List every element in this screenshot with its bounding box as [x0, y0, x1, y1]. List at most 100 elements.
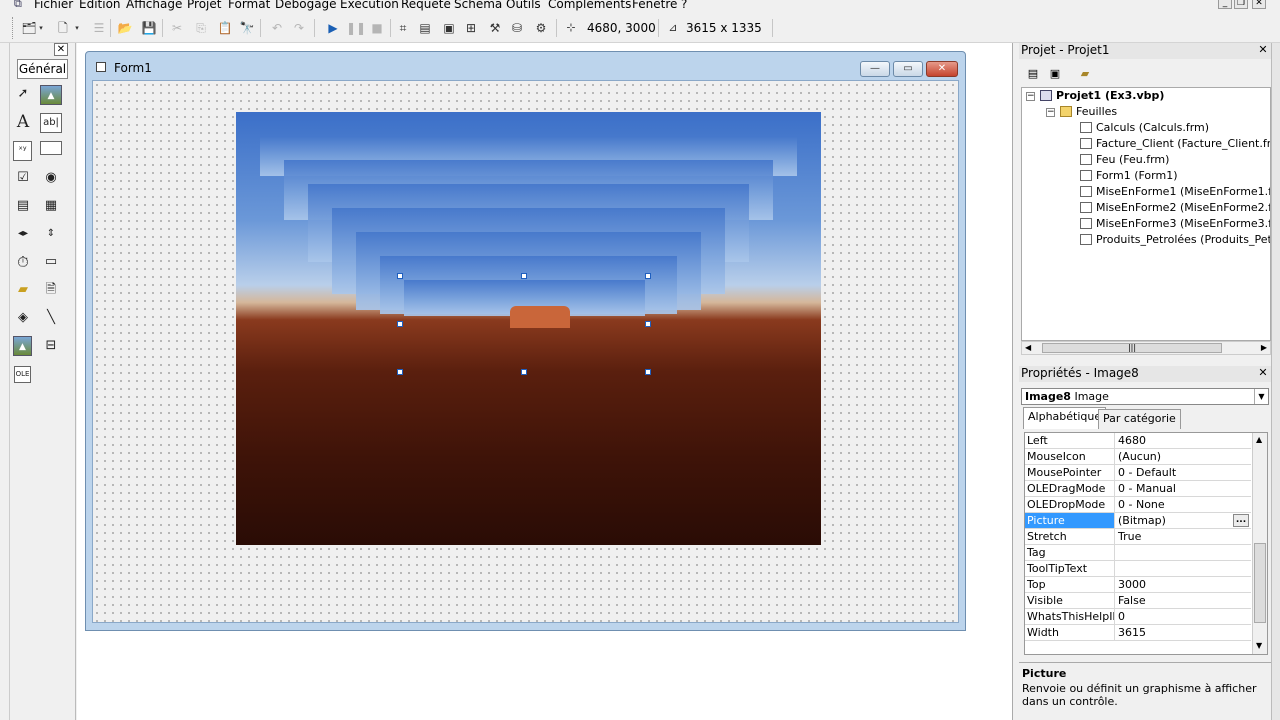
browse-button[interactable]: ...	[1233, 514, 1249, 527]
chevron-down-icon[interactable]: ▾	[72, 19, 82, 37]
find-icon[interactable]: 🔭	[238, 19, 256, 37]
selection-handle[interactable]	[645, 369, 651, 375]
property-value[interactable]: 3000	[1117, 577, 1251, 592]
selection-handle[interactable]	[397, 369, 403, 375]
property-row-mousepointer[interactable]: MousePointer 0 - Default	[1025, 465, 1251, 481]
listbox-icon[interactable]: ▦	[40, 196, 62, 216]
label-icon[interactable]: A	[12, 112, 34, 132]
menu-format[interactable]: Format	[228, 0, 270, 11]
redo-icon[interactable]: ↷	[290, 19, 308, 37]
scroll-right-icon[interactable]: ▶	[1261, 343, 1267, 352]
property-value[interactable]: (Bitmap)	[1117, 513, 1251, 528]
data-icon[interactable]: ⊟	[40, 336, 62, 356]
tree-item-form[interactable]: Form1 (Form1)	[1080, 169, 1178, 183]
form-minimize-button[interactable]: —	[860, 61, 890, 77]
scroll-thumb[interactable]: |||	[1042, 343, 1222, 353]
view-code-icon[interactable]: ▤	[1023, 64, 1043, 82]
menu-editor-icon[interactable]: ☰	[90, 19, 108, 37]
toolbar-grip[interactable]	[12, 17, 15, 39]
property-value[interactable]: (Aucun)	[1117, 449, 1251, 464]
menu-fichier[interactable]: Fichier	[34, 0, 73, 11]
properties-close-button[interactable]: ✕	[1257, 367, 1269, 379]
property-row-left[interactable]: Left 4680	[1025, 433, 1251, 449]
image-icon[interactable]: ▲	[13, 336, 32, 356]
line-icon[interactable]: ╲	[40, 308, 62, 328]
picturebox-icon[interactable]: ▲	[40, 85, 62, 105]
save-project-icon[interactable]: 💾	[140, 19, 158, 37]
selection-handle[interactable]	[645, 321, 651, 327]
cut-icon[interactable]: ✂	[168, 19, 186, 37]
form-layout-icon[interactable]: ▣	[440, 19, 458, 37]
property-row-mouseicon[interactable]: MouseIcon (Aucun)	[1025, 449, 1251, 465]
property-row-oledropmode[interactable]: OLEDropMode 0 - None	[1025, 497, 1251, 513]
property-row-oledragmode[interactable]: OLEDragMode 0 - Manual	[1025, 481, 1251, 497]
selection-handle[interactable]	[397, 321, 403, 327]
open-project-icon[interactable]: 📂	[116, 19, 134, 37]
tree-item-form[interactable]: Feu (Feu.frm)	[1080, 153, 1169, 167]
hscrollbar-icon[interactable]: ◂▸	[12, 224, 34, 244]
chevron-down-icon[interactable]: ▼	[1254, 389, 1268, 404]
property-value[interactable]: 0	[1117, 609, 1251, 624]
menu-fenetre[interactable]: Fenetre	[632, 0, 677, 11]
stop-icon[interactable]: ■	[368, 19, 386, 37]
start-icon[interactable]: ▶	[324, 19, 342, 37]
object-browser-icon[interactable]: ⊞	[462, 19, 480, 37]
scroll-down-icon[interactable]: ▼	[1256, 641, 1262, 650]
scroll-left-icon[interactable]: ◀	[1025, 343, 1031, 352]
mdi-close-button[interactable]: ✕	[1252, 0, 1266, 9]
optionbutton-icon[interactable]: ◉	[40, 168, 62, 188]
form-close-button[interactable]: ✕	[926, 61, 958, 77]
commandbutton-icon[interactable]	[40, 141, 62, 155]
add-form-icon[interactable]: 🗋	[54, 19, 72, 37]
project-explorer-icon[interactable]: ⌗	[394, 19, 412, 37]
property-value[interactable]: 0 - Manual	[1117, 481, 1251, 496]
vscrollbar-icon[interactable]: ⇕	[40, 224, 62, 244]
tree-item-form[interactable]: MiseEnForme2 (MiseEnForme2.frm)	[1080, 201, 1270, 215]
property-row-visible[interactable]: Visible False	[1025, 593, 1251, 609]
pointer-icon[interactable]: ➚	[12, 84, 34, 104]
menu-schema[interactable]: Schema	[454, 0, 502, 11]
dirlistbox-icon[interactable]: ▰	[12, 280, 34, 300]
data-view-icon[interactable]: ⛁	[508, 19, 526, 37]
toolbox-icon[interactable]: ⚒	[486, 19, 504, 37]
frame-icon[interactable]: ˣʸ	[13, 141, 32, 161]
mdi-restore-button[interactable]: ❐	[1234, 0, 1248, 9]
selection-handle[interactable]	[397, 273, 403, 279]
tree-item-folder[interactable]: Feuilles	[1060, 105, 1117, 119]
combobox-icon[interactable]: ▤	[12, 196, 34, 216]
property-row-top[interactable]: Top 3000	[1025, 577, 1251, 593]
menu-help[interactable]: ?	[681, 0, 687, 11]
menu-projet[interactable]: Projet	[187, 0, 221, 11]
menu-outils[interactable]: Outils	[506, 0, 541, 11]
property-grid-vscrollbar[interactable]: ▲ ▼	[1252, 433, 1267, 654]
checkbox-icon[interactable]: ☑	[12, 168, 34, 188]
project-explorer-close-button[interactable]: ✕	[1257, 44, 1269, 56]
property-value[interactable]: 0 - Default	[1117, 465, 1251, 480]
paste-icon[interactable]: 📋	[216, 19, 234, 37]
view-object-icon[interactable]: ▣	[1045, 64, 1065, 82]
menu-requete[interactable]: Requete	[401, 0, 451, 11]
toolbox-close-button[interactable]: ✕	[54, 43, 68, 56]
menu-edition[interactable]: Edition	[79, 0, 121, 11]
collapse-icon[interactable]: −	[1046, 108, 1055, 117]
tab-alphabetique[interactable]: Alphabétique	[1023, 407, 1107, 429]
selection-handle[interactable]	[645, 273, 651, 279]
form-maximize-button[interactable]: ▭	[893, 61, 923, 77]
tree-item-form[interactable]: MiseEnForme3 (MiseEnForme3.frm)	[1080, 217, 1270, 231]
selection-handle[interactable]	[521, 273, 527, 279]
component-manager-icon[interactable]: ⚙	[532, 19, 550, 37]
tree-item-project[interactable]: Projet1 (Ex3.vbp)	[1040, 89, 1164, 103]
scroll-thumb[interactable]	[1254, 543, 1266, 623]
menu-debogage[interactable]: Debogage	[275, 0, 337, 11]
property-row-tooltiptext[interactable]: ToolTipText	[1025, 561, 1251, 577]
app-icon[interactable]: ⧉	[14, 0, 26, 10]
collapse-icon[interactable]: −	[1026, 92, 1035, 101]
drivelistbox-icon[interactable]: ▭	[40, 252, 62, 272]
property-row-picture[interactable]: Picture (Bitmap)...	[1025, 513, 1251, 529]
menu-complements[interactable]: Complements	[548, 0, 631, 11]
tree-hscrollbar[interactable]: ◀ ||| ▶	[1021, 341, 1271, 355]
pause-icon[interactable]: ❚❚	[346, 19, 366, 37]
tree-item-form[interactable]: Calculs (Calculs.frm)	[1080, 121, 1209, 135]
tree-item-form[interactable]: MiseEnForme1 (MiseEnForme1.frm)	[1080, 185, 1270, 199]
property-value[interactable]	[1117, 561, 1251, 576]
